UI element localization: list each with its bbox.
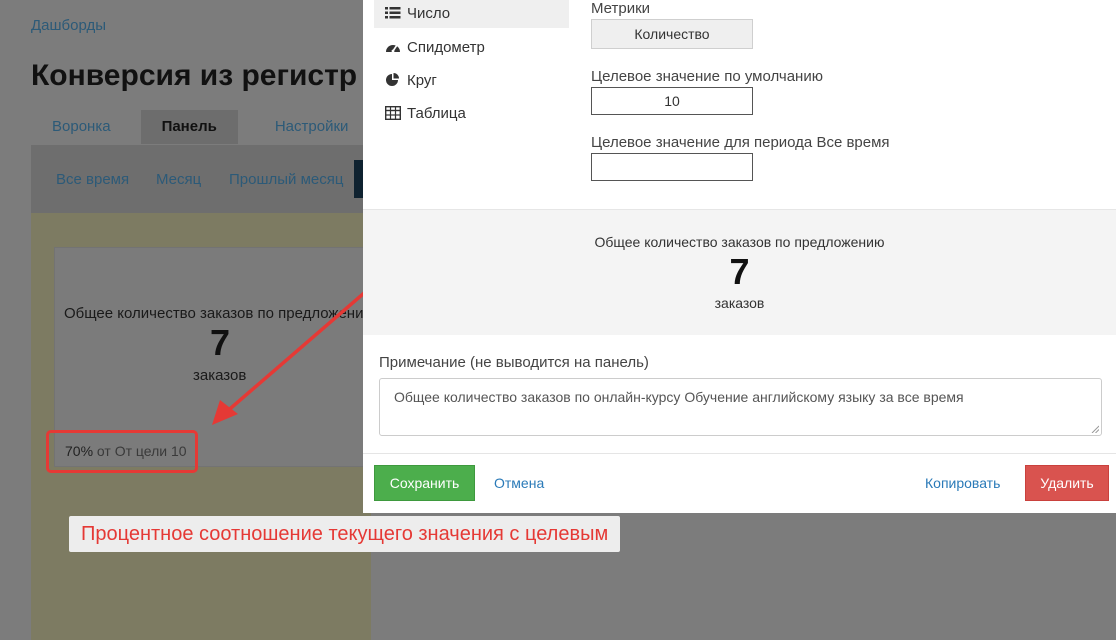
delete-button[interactable]: Удалить [1025,465,1109,501]
widget-type-pie[interactable]: Круг [374,66,569,95]
preview-unit: заказов [714,295,765,311]
list-icon [385,6,403,22]
widget-type-label: Число [407,5,451,22]
period-month[interactable]: Месяц [156,171,201,188]
widget-type-label: Спидометр [407,39,485,56]
widget-type-number[interactable]: Число [374,0,569,28]
speedometer-icon [385,40,403,56]
annotation-caption: Процентное соотношение текущего значения… [69,516,621,552]
widget-type-table[interactable]: Таблица [374,99,569,128]
widget-value: 7 [210,322,231,363]
resize-grip-icon[interactable] [1091,425,1099,433]
period-target-label: Целевое значение для периода Все время [591,134,890,151]
period-all-time[interactable]: Все время [56,171,129,188]
widget-preview: Общее количество заказов по предложению … [363,209,1116,335]
dashboard-tabs: Воронка Панель Настройки [34,110,366,144]
default-target-label: Целевое значение по умолчанию [591,68,823,85]
preview-title: Общее количество заказов по предложению [594,234,885,250]
cancel-button[interactable]: Отмена [494,475,544,491]
widget-title: Общее количество заказов по предложени [64,305,364,322]
tab-settings[interactable]: Настройки [257,110,367,144]
tab-funnel[interactable]: Воронка [34,110,129,144]
metric-select-button[interactable]: Количество [591,19,753,49]
page-title: Конверсия из регистр [31,59,358,92]
note-label: Примечание (не выводится на панель) [379,354,649,371]
note-text: Общее количество заказов по онлайн-курсу… [394,389,964,405]
period-last-month[interactable]: Прошлый месяц [229,171,343,188]
period-target-input[interactable] [591,153,753,181]
widget-type-speedometer[interactable]: Спидометр [374,33,569,62]
copy-button[interactable]: Копировать [925,475,1000,491]
table-icon [384,105,403,122]
widget-type-label: Круг [407,72,437,89]
modal-footer-divider [363,453,1116,454]
widget-type-label: Таблица [407,105,466,122]
tab-panel[interactable]: Панель [140,110,238,144]
preview-value: 7 [729,251,750,292]
metrics-label: Метрики [591,0,651,17]
widget-type-nav: Число Спидометр Круг Таблица [374,0,569,132]
annotation-highlight-box [46,430,198,473]
pie-chart-icon [385,72,403,89]
widget-settings-modal: Число Спидометр Круг Таблица Метрики Кол… [363,0,1116,513]
save-button[interactable]: Сохранить [374,465,475,501]
widget-unit: заказов [193,367,247,384]
default-target-input[interactable] [591,87,753,115]
note-textarea[interactable]: Общее количество заказов по онлайн-курсу… [379,378,1102,436]
breadcrumb[interactable]: Дашборды [31,17,106,34]
